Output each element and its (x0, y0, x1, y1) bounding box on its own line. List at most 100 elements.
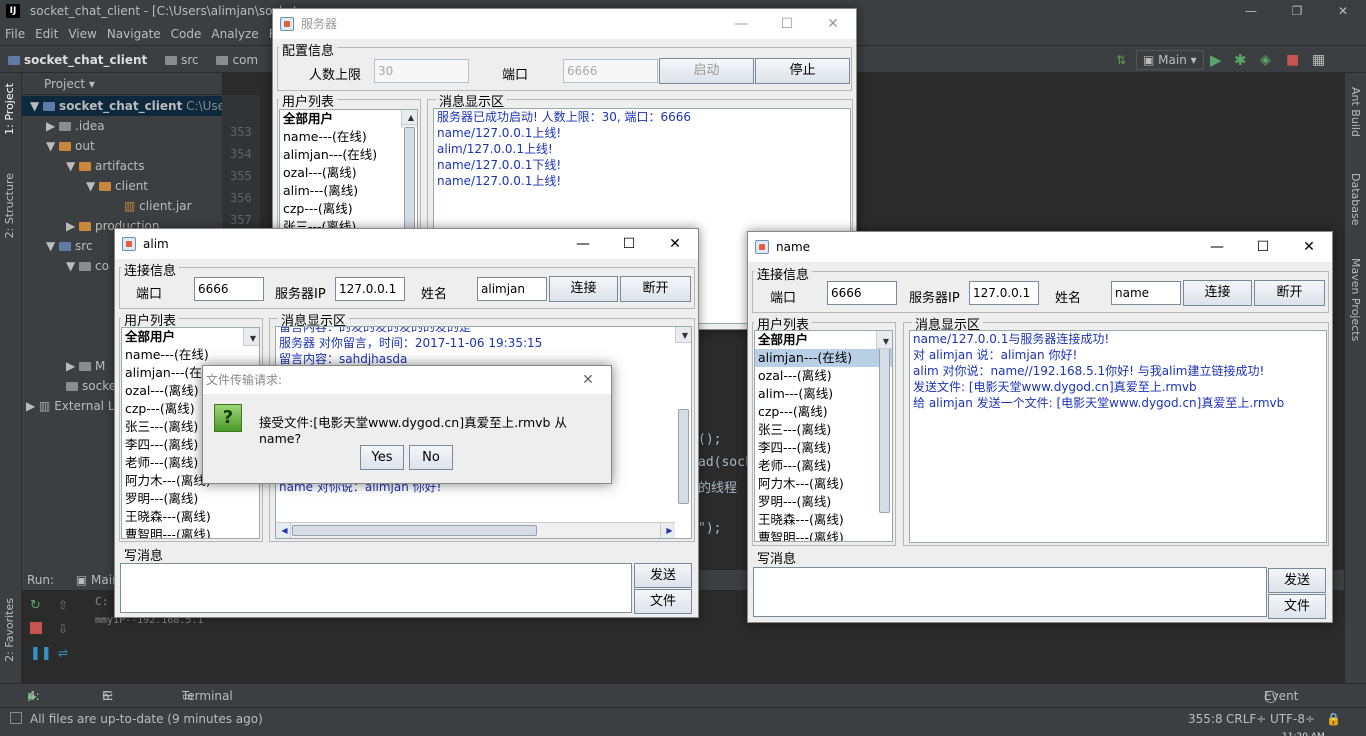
list-item[interactable]: czp---(离线) (280, 200, 417, 218)
caret-position[interactable]: 355:8 (1188, 709, 1223, 729)
alim-messages-hscrollbar[interactable]: ◀ ▶ (276, 522, 675, 538)
tree-item-artifacts[interactable]: ▼ artifacts (66, 159, 145, 173)
alim-name-field[interactable]: alimjan (477, 277, 547, 301)
line-separator[interactable]: CRLF÷ (1226, 709, 1266, 729)
ide-close-button[interactable]: ✕ (1320, 0, 1366, 23)
scroll-thumb[interactable] (678, 409, 689, 504)
max-users-field[interactable]: 30 (374, 59, 469, 83)
alim-minimize-button[interactable]: — (560, 229, 606, 259)
menu-navigate[interactable]: Navigate (102, 23, 166, 45)
tree-item-out[interactable]: ▼ out (46, 139, 95, 153)
build-icon[interactable]: ⇅ (1116, 46, 1126, 74)
down-icon[interactable]: ⇩ (58, 622, 68, 636)
alim-messages-vscrollbar[interactable]: ▲ ▼ (675, 327, 691, 504)
name-connect-button[interactable]: 连接 (1183, 280, 1252, 306)
wrap-icon[interactable]: ⇌ (58, 646, 68, 660)
list-item[interactable]: 罗明---(离线) (122, 490, 259, 508)
scroll-down-icon[interactable]: ▼ (244, 331, 259, 346)
list-item[interactable]: czp---(离线) (755, 403, 892, 421)
name-close-button[interactable]: ✕ (1286, 232, 1332, 262)
scroll-up-icon[interactable]: ▲ (402, 110, 417, 125)
list-item[interactable]: alimjan---(在线) (280, 146, 417, 164)
tree-item-external-libraries[interactable]: ▶ ▥ External L (26, 399, 115, 413)
breadcrumb-src[interactable]: src (165, 53, 199, 67)
menu-view[interactable]: View (63, 23, 101, 45)
coverage-icon[interactable]: ◈ (1260, 46, 1271, 74)
alim-ip-field[interactable]: 127.0.0.1 (335, 277, 405, 301)
tab-maven-projects[interactable]: Maven Projects (1349, 258, 1362, 341)
scroll-left-icon[interactable]: ◀ (276, 523, 291, 538)
server-maximize-button[interactable]: ☐ (764, 9, 810, 39)
stop-run-icon[interactable] (30, 622, 42, 634)
menu-edit[interactable]: Edit (30, 23, 63, 45)
tab-database[interactable]: Database (1349, 173, 1362, 226)
breadcrumb-com[interactable]: com (216, 53, 258, 67)
alim-send-button[interactable]: 发送 (634, 563, 692, 588)
run-icon[interactable]: ▶ (1210, 46, 1222, 74)
server-users-scrollbar[interactable]: ▲ (401, 110, 417, 257)
list-item[interactable]: 罗明---(离线) (755, 493, 892, 511)
dialog-close-button[interactable]: ✕ (565, 366, 611, 394)
tree-item-root[interactable]: ▼ socket_chat_client C:\Users\a (22, 96, 248, 116)
menu-code[interactable]: Code (166, 23, 207, 45)
lock-icon[interactable]: 🔒 (1326, 709, 1341, 729)
server-port-field[interactable]: 6666 (563, 59, 658, 83)
list-item[interactable]: name---(在线) (280, 128, 417, 146)
dialog-no-button[interactable]: No (409, 445, 453, 470)
tree-item-m[interactable]: ▶ M (66, 359, 105, 373)
ide-minimize-button[interactable]: — (1228, 0, 1274, 23)
list-item[interactable]: ozal---(离线) (755, 367, 892, 385)
list-item[interactable]: 全部用户 (122, 328, 259, 346)
list-item[interactable]: 全部用户 (755, 331, 892, 349)
alim-connect-button[interactable]: 连接 (549, 276, 618, 302)
start-button[interactable]: 启动 (659, 58, 754, 84)
name-minimize-button[interactable]: — (1194, 232, 1240, 262)
breadcrumb-project[interactable]: socket_chat_client (8, 53, 147, 67)
tree-item-socke[interactable]: socke (66, 379, 116, 393)
tree-item-idea[interactable]: ▶ .idea (46, 119, 105, 133)
alim-close-button[interactable]: ✕ (652, 229, 698, 259)
scroll-down-icon[interactable]: ▼ (877, 334, 892, 349)
list-item[interactable]: 阿力木---(离线) (755, 475, 892, 493)
up-icon[interactable]: ⇧ (58, 598, 68, 612)
project-panel-title[interactable]: Project (44, 77, 85, 91)
name-maximize-button[interactable]: ☐ (1240, 232, 1286, 262)
name-message-input[interactable] (753, 567, 1267, 617)
list-item[interactable]: name---(在线) (122, 346, 259, 364)
alim-users-scrollbar[interactable]: ▲ ▼ (243, 328, 259, 468)
menu-analyze[interactable]: Analyze (206, 23, 263, 45)
list-item[interactable]: 曹智明---(离线) (122, 526, 259, 538)
list-item-selected[interactable]: alimjan---(在线) (755, 349, 892, 367)
debug-icon[interactable]: ✱ (1234, 46, 1247, 74)
ide-maximize-button[interactable]: ❐ (1274, 0, 1320, 23)
alim-maximize-button[interactable]: ☐ (606, 229, 652, 259)
tab-favorites[interactable]: 2: Favorites (3, 598, 16, 662)
list-item[interactable]: 王晓森---(离线) (755, 511, 892, 529)
scroll-right-icon[interactable]: ▶ (660, 523, 675, 538)
run-config-select[interactable]: ▣ Main ▾ (1136, 50, 1204, 70)
name-users-scrollbar[interactable]: ▲ ▼ (876, 331, 892, 513)
project-structure-icon[interactable]: ▦ (1312, 46, 1325, 74)
list-item[interactable]: ozal---(离线) (280, 164, 417, 182)
scroll-thumb[interactable] (879, 348, 890, 513)
name-port-field[interactable]: 6666 (827, 281, 897, 305)
status-toggle-icon[interactable] (10, 712, 22, 724)
alim-port-field[interactable]: 6666 (194, 277, 264, 301)
tree-item-src[interactable]: ▼ src (46, 239, 93, 253)
name-disconnect-button[interactable]: 断开 (1254, 280, 1325, 306)
server-minimize-button[interactable]: — (718, 9, 764, 39)
alim-disconnect-button[interactable]: 断开 (620, 276, 691, 302)
tab-project[interactable]: 1: Project (3, 83, 16, 135)
tree-item-com[interactable]: ▼ co (66, 259, 109, 273)
rerun-icon[interactable]: ↻ (30, 598, 41, 613)
list-item[interactable]: 全部用户 (280, 110, 417, 128)
list-item[interactable]: 老师---(离线) (755, 457, 892, 475)
list-item[interactable]: alim---(离线) (280, 182, 417, 200)
name-send-button[interactable]: 发送 (1268, 568, 1326, 593)
list-item[interactable]: 王晓森---(离线) (122, 508, 259, 526)
file-encoding[interactable]: UTF-8÷ (1270, 709, 1315, 729)
name-messages-area[interactable]: name/127.0.0.1与服务器连接成功! 对 alimjan 说：alim… (909, 330, 1327, 543)
stop-icon[interactable]: ■ (1286, 46, 1299, 74)
menu-file[interactable]: File (0, 23, 30, 45)
list-item[interactable]: alim---(离线) (755, 385, 892, 403)
